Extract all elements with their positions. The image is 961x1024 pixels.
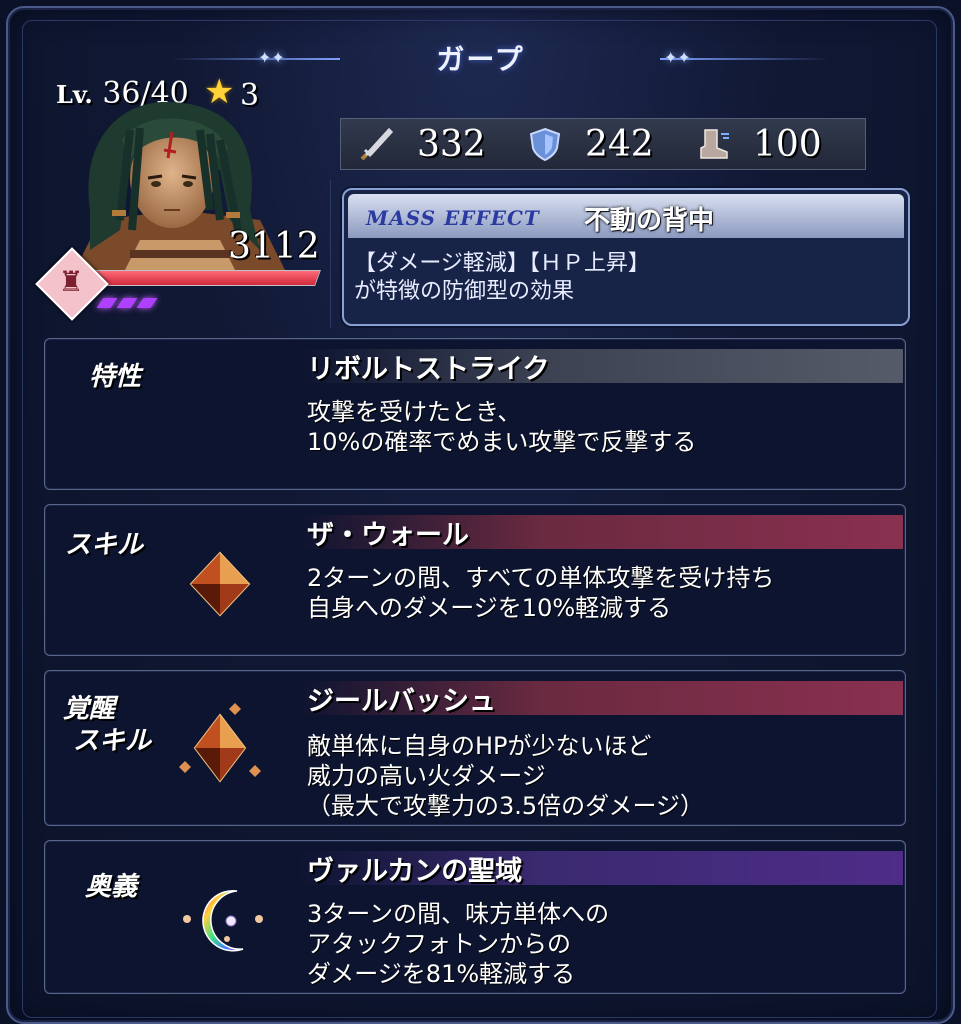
- trait-panel[interactable]: 特性 リボルトストライク 攻撃を受けたとき、 10%の確率でめまい攻撃で反撃する: [44, 338, 906, 490]
- trait-name: リボルトストライク: [307, 354, 550, 385]
- speed-stat: 100: [695, 124, 823, 165]
- gauge-segment: [96, 298, 118, 308]
- awaken-category-label-line2: スキル: [73, 726, 152, 756]
- ougi-desc-line: 3ターンの間、味方単体への: [307, 900, 610, 928]
- unit-name: ガープ: [436, 43, 525, 76]
- fire-crystal-icon: [189, 551, 251, 617]
- hp-bar: [89, 270, 321, 286]
- hp-value: 3112: [228, 226, 320, 267]
- awaken-skill-desc-line: （最大で攻撃力の3.5倍のダメージ）: [307, 792, 704, 820]
- skill-panel[interactable]: スキル ザ・ウォール 2ターンの間、すべての単体攻撃を受け持ち 自身へのダメージ…: [44, 504, 906, 656]
- gauge-bar: [96, 298, 158, 308]
- awaken-skill-desc-line: 敵単体に自身のHPが少ないほど: [307, 732, 652, 760]
- gauge-segment: [116, 298, 138, 308]
- skill-desc-line: 2ターンの間、すべての単体攻撃を受け持ち: [307, 564, 775, 592]
- stats-bar: 332 242 100: [340, 118, 866, 170]
- attack-stat: 332: [359, 124, 487, 165]
- trait-desc-line: 攻撃を受けたとき、: [307, 398, 522, 426]
- mass-effect-label: MASS EFFECT: [366, 206, 540, 230]
- rainbow-crescent-icon: [183, 889, 263, 952]
- mass-effect-desc-line: が特徴の防御型の効果: [354, 279, 575, 304]
- ougi-panel[interactable]: 奥義 ヴァルカンの聖域 3ターンの間、味方単体への アタックフォトンからの ダメ…: [44, 840, 906, 994]
- hp-bar-fill: [90, 271, 320, 285]
- awaken-category-label-line1: 覚醒: [63, 694, 116, 724]
- ougi-name: ヴァルカンの聖域: [307, 856, 523, 887]
- defense-stat: 242: [527, 124, 655, 165]
- speed-value: 100: [753, 123, 822, 165]
- divider: [330, 180, 331, 328]
- mass-effect-header: MASS EFFECT 不動の背中: [348, 194, 904, 238]
- awakened-fire-crystal-icon: [179, 703, 261, 783]
- boot-icon: [700, 129, 729, 159]
- defense-value: 242: [585, 123, 654, 165]
- trait-desc-line: 10%の確率でめまい攻撃で反撃する: [307, 428, 697, 456]
- skill-category-label: スキル: [65, 530, 144, 560]
- mass-effect-panel[interactable]: MASS EFFECT 不動の背中 【ダメージ軽減】【ＨＰ上昇】 が特徴の防御型…: [342, 188, 910, 326]
- awaken-skill-name: ジールバッシュ: [307, 686, 496, 717]
- skill-desc-line: 自身へのダメージを10%軽減する: [307, 594, 672, 622]
- ougi-desc-line: ダメージを81%軽減する: [307, 960, 576, 988]
- skill-name: ザ・ウォール: [307, 520, 469, 551]
- attack-value: 332: [417, 123, 486, 165]
- ougi-desc-line: アタックフォトンからの: [307, 930, 571, 958]
- awaken-skill-panel[interactable]: 覚醒 スキル ジールバッシュ 敵単体に自身のHPが少ないほど 威力の高い火ダメー…: [44, 670, 906, 826]
- sword-icon: [360, 127, 394, 161]
- mass-effect-description: 【ダメージ軽減】【ＨＰ上昇】 が特徴の防御型の効果: [354, 250, 650, 306]
- ougi-category-label: 奥義: [85, 872, 138, 902]
- defender-class-icon: ♜: [58, 265, 84, 298]
- shield-icon: [529, 127, 561, 162]
- mass-effect-name: 不動の背中: [584, 206, 715, 236]
- awaken-skill-desc-line: 威力の高い火ダメージ: [307, 762, 546, 790]
- mass-effect-desc-line: 【ダメージ軽減】【ＨＰ上昇】: [354, 251, 650, 276]
- trait-category-label: 特性: [89, 362, 142, 392]
